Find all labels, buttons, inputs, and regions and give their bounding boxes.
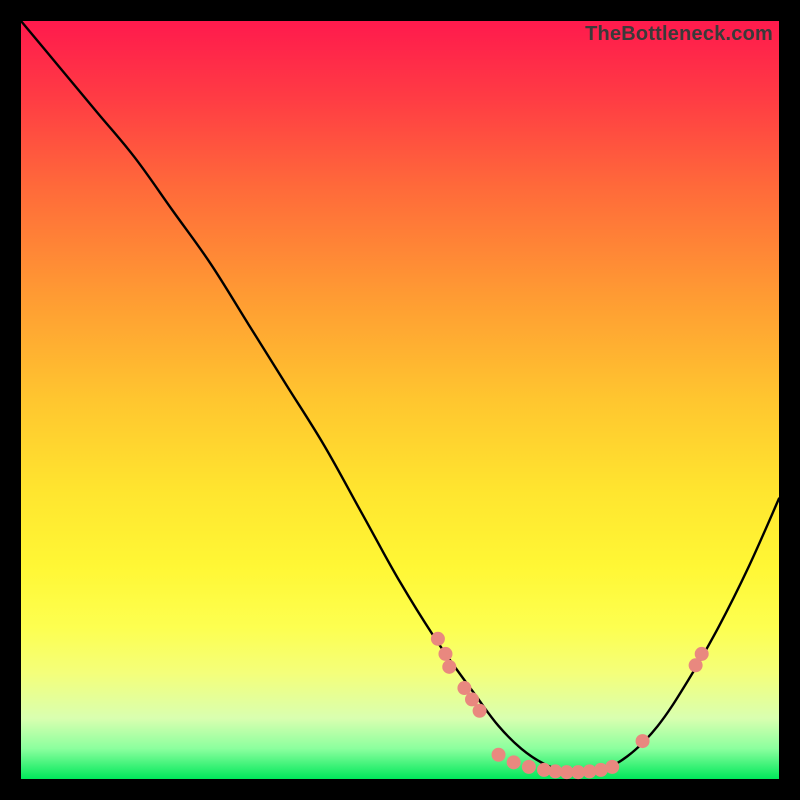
curve-marker (636, 734, 650, 748)
curve-markers (431, 632, 709, 779)
curve-marker (605, 760, 619, 774)
chart-plot-area: TheBottleneck.com (21, 21, 779, 779)
curve-marker (695, 647, 709, 661)
curve-marker (507, 755, 521, 769)
bottleneck-chart (21, 21, 779, 779)
curve-marker (457, 681, 471, 695)
curve-marker (465, 692, 479, 706)
curve-marker (442, 660, 456, 674)
curve-marker (473, 704, 487, 718)
curve-marker (522, 760, 536, 774)
curve-marker (438, 647, 452, 661)
curve-marker (431, 632, 445, 646)
curve-marker (492, 748, 506, 762)
bottleneck-curve-line (21, 21, 779, 773)
